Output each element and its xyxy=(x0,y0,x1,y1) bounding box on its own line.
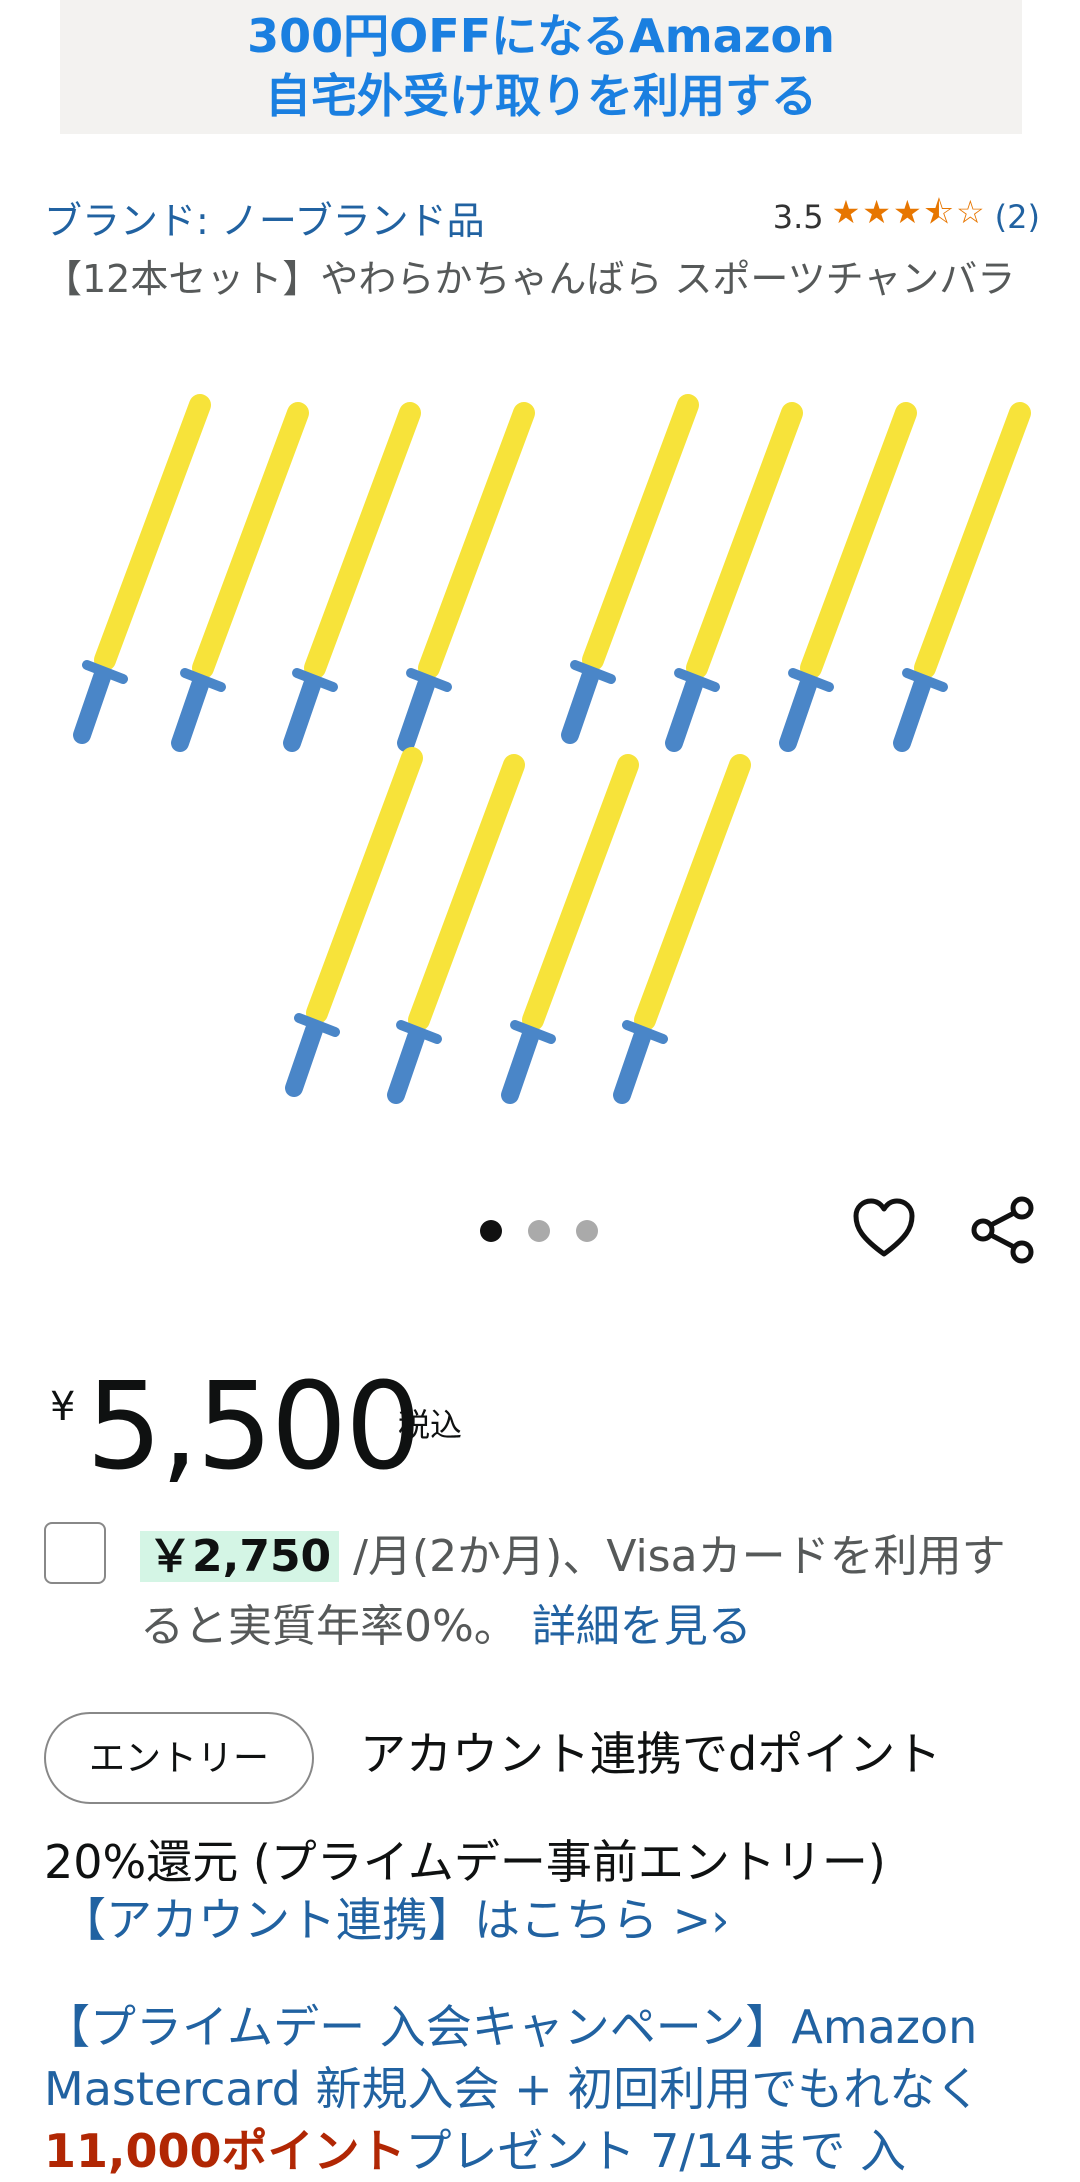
entry-text-line-2: 20%還元 (プライムデー事前エントリー) xyxy=(44,1835,886,1889)
rating-value: 3.5 xyxy=(772,198,824,236)
rating-count[interactable]: (2) xyxy=(995,198,1040,236)
sword xyxy=(294,758,412,1088)
sword xyxy=(406,413,524,743)
rating-stars: ★★★⯪☆ xyxy=(831,193,987,231)
heart-icon[interactable] xyxy=(852,1198,916,1260)
sword xyxy=(570,405,688,735)
sword xyxy=(788,413,906,743)
promo-text-end: プレゼント 7/14まで 入 xyxy=(405,2124,907,2178)
product-title: 【12本セット】やわらかちゃんばら スポーツチャンバラ xyxy=(44,257,1016,301)
account-link[interactable]: 【アカウント連携】はこちら >› xyxy=(60,1890,730,1950)
price-currency: ¥ xyxy=(50,1384,76,1430)
banner-line-1: 300円OFFになるAmazon xyxy=(247,9,835,63)
carousel-dot[interactable] xyxy=(576,1220,598,1242)
installment-amount: ￥2,750 xyxy=(140,1531,340,1582)
price-amount: 5,500 xyxy=(86,1358,422,1497)
sword xyxy=(902,413,1020,743)
promo-banner[interactable]: 300円OFFになるAmazon 自宅外受け取りを利用する xyxy=(60,0,1022,134)
sword xyxy=(292,413,410,743)
installment-details-link[interactable]: 詳細を見る xyxy=(532,1601,752,1652)
carousel-dots xyxy=(480,1220,598,1242)
product-image[interactable] xyxy=(40,390,1040,1110)
sword xyxy=(180,413,298,743)
carousel-dot[interactable] xyxy=(528,1220,550,1242)
sword xyxy=(396,765,514,1095)
promo-text: 【プライムデー 入会キャンペーン】Amazon Mastercard 新規入会 … xyxy=(44,2000,982,2116)
installment-checkbox[interactable] xyxy=(44,1522,106,1584)
tax-label: 税込 xyxy=(398,1406,463,1444)
sword xyxy=(674,413,792,743)
entry-text-line-1: アカウント連携でdポイント xyxy=(360,1727,942,1781)
banner-line-2: 自宅外受け取りを利用する xyxy=(265,69,817,123)
rating[interactable]: 3.5 ★★★⯪☆ (2) xyxy=(773,190,1040,244)
promo-points: 11,000ポイント xyxy=(44,2124,406,2178)
carousel-dot[interactable] xyxy=(480,1220,502,1242)
sword xyxy=(510,765,628,1095)
installment-info: ￥2,750 /月(2か月)、Visaカードを利用すると実質年率0%。 詳細を見… xyxy=(140,1522,1040,1662)
sword xyxy=(82,405,200,735)
share-icon[interactable] xyxy=(970,1196,1036,1264)
sword xyxy=(622,765,740,1095)
promo-link[interactable]: 【プライムデー 入会キャンペーン】Amazon Mastercard 新規入会 … xyxy=(44,1996,1044,2182)
brand-link[interactable]: ブランド: ノーブランド品 xyxy=(44,190,485,245)
entry-button[interactable]: エントリー xyxy=(44,1712,314,1804)
